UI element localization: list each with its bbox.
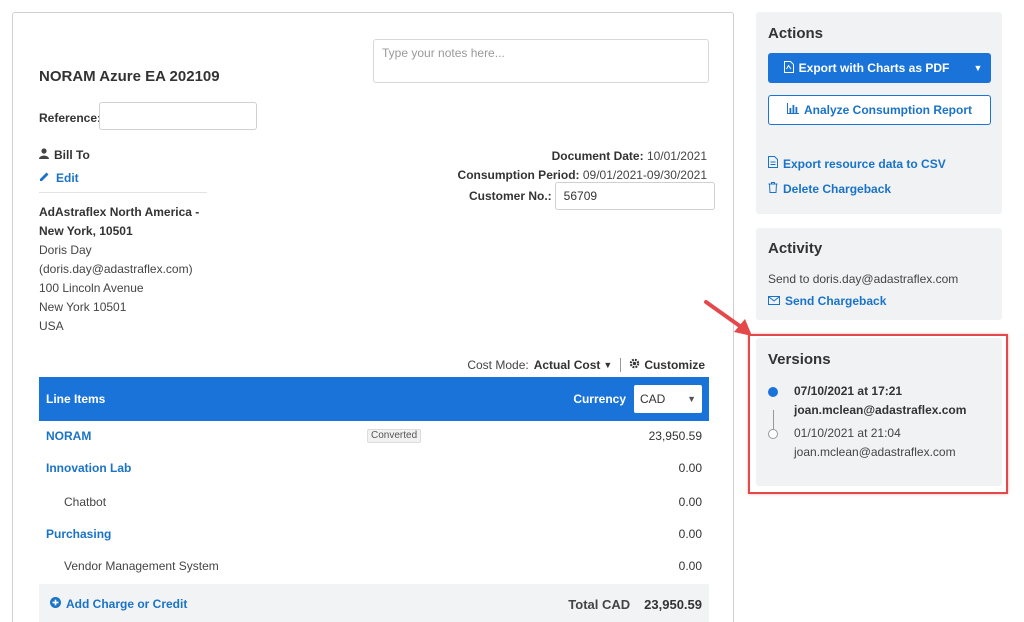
reference-label: Reference: [39,111,102,125]
version-date: 07/10/2021 at 17:21 [794,384,903,398]
customer-no-label: Customer No.: [469,189,552,203]
total-label: Total CAD [568,596,631,612]
customer-no-row: Customer No.: [469,182,715,210]
edit-label: Edit [56,171,79,185]
divider [39,192,207,193]
country: USA [39,319,64,333]
document-date-row: Document Date: 10/01/2021 [458,147,707,166]
current-version-dot-icon [768,387,778,397]
line-item-amount: 0.00 [678,559,702,573]
versions-title: Versions [768,351,831,368]
analyze-label: Analyze Consumption Report [803,103,972,117]
actions-panel: Actions Export with Charts as PDF ▼ Anal… [756,12,1002,214]
edit-bill-to-link[interactable]: Edit [39,171,79,185]
line-item-row: Chatbot 0.00 [39,490,709,514]
line-item-amount: 23,950.59 [648,429,702,443]
total-value: 23,950.59 [644,596,702,612]
export-csv-link[interactable]: Export resource data to CSV [768,156,946,171]
caret-down-icon: ▼ [687,394,696,404]
version-text: 01/10/2021 at 21:04 joan.mclean@adastraf… [794,424,994,462]
version-dot-icon [768,429,778,439]
page-title: NORAM Azure EA 202109 [39,68,220,85]
reference-input[interactable] [99,102,257,130]
activity-panel: Activity Send to doris.day@adastraflex.c… [756,228,1002,320]
bill-to-label: Bill To [54,148,90,162]
cost-mode-value: Actual Cost [533,358,601,372]
version-date: 01/10/2021 at 21:04 [794,426,901,440]
line-item-name-link[interactable]: Innovation Lab [46,461,679,475]
gear-icon [629,358,640,372]
separator [620,358,622,372]
line-item-amount: 0.00 [678,527,702,541]
activity-title: Activity [768,240,823,257]
envelope-icon [768,294,780,308]
customize-label: Customize [644,358,705,372]
export-pdf-label: Export with Charts as PDF [798,61,950,75]
delete-label: Delete Chargeback [783,182,892,196]
street-address: 100 Lincoln Avenue [39,281,144,295]
customize-button[interactable]: Customize [629,358,705,372]
version-user: joan.mclean@adastraflex.com [794,445,956,459]
currency-value: CAD [640,392,666,406]
currency-label: Currency [573,392,626,406]
line-item-amount: 0.00 [678,461,702,475]
consumption-period-label: Consumption Period: [457,168,580,182]
line-items-title: Line Items [46,392,106,406]
add-charge-label: Add Charge or Credit [66,597,188,611]
document-meta: Document Date: 10/01/2021 Consumption Pe… [458,147,707,185]
line-item-name: Chatbot [64,495,107,509]
line-item-name-link[interactable]: NORAM [46,429,649,443]
export-csv-label: Export resource data to CSV [783,156,946,171]
pdf-file-icon [783,60,794,76]
contact-name: Doris Day [39,243,92,257]
user-icon [39,148,49,162]
caret-down-icon: ▼ [603,360,613,370]
line-items-footer: Add Charge or Credit Total CAD 23,950.59 [39,584,709,622]
line-item-name-link[interactable]: Purchasing [46,527,679,541]
cost-mode-bar: Cost Mode: Actual Cost ▼ Customize [467,358,705,372]
line-item-row: NORAM Converted 23,950.59 [39,424,709,448]
contact-email: (doris.day@adastraflex.com) [39,262,193,276]
line-item-name: Vendor Management System [64,559,219,573]
delete-chargeback-link[interactable]: Delete Chargeback [768,182,891,196]
bill-to-heading: Bill To [39,148,90,162]
export-options-caret-icon[interactable]: ▼ [965,63,991,73]
currency-select[interactable]: CAD ▼ [634,385,702,413]
chargeback-document: NORAM Azure EA 202109 Reference: Bill To… [12,12,734,622]
pencil-icon [39,171,50,185]
plus-circle-icon [50,597,61,611]
cost-mode-dropdown[interactable]: Actual Cost ▼ [534,358,613,372]
line-item-row: Purchasing 0.00 [39,522,709,546]
converted-badge: Converted [367,429,422,443]
company-name-line1: AdAstraflex North America - [39,205,200,219]
company-name-line2: New York, 10501 [39,224,133,238]
version-user: joan.mclean@adastraflex.com [794,403,967,417]
line-item-row: Innovation Lab 0.00 [39,456,709,480]
city-zip: New York 10501 [39,300,127,314]
consumption-period-value: 09/01/2021-09/30/2021 [582,168,707,182]
export-pdf-main: Export with Charts as PDF [768,60,965,76]
document-date-label: Document Date: [551,149,644,163]
add-charge-button[interactable]: Add Charge or Credit [50,597,568,611]
send-chargeback-link[interactable]: Send Chargeback [768,294,886,308]
notes-input[interactable] [373,39,709,83]
versions-panel: Versions 07/10/2021 at 17:21 joan.mclean… [756,338,1002,486]
bill-to-address: AdAstraflex North America - New York, 10… [39,203,219,336]
send-chargeback-label: Send Chargeback [785,294,887,308]
line-item-row: Vendor Management System 0.00 [39,554,709,578]
trash-icon [768,182,778,196]
actions-title: Actions [768,25,824,42]
export-pdf-button[interactable]: Export with Charts as PDF ▼ [768,53,991,83]
customer-no-input[interactable] [554,182,715,210]
bar-chart-icon [786,103,799,117]
csv-file-icon [768,156,778,171]
line-item-amount: 0.00 [678,495,702,509]
cost-mode-label: Cost Mode: [467,358,529,372]
document-date-value: 10/01/2021 [646,149,707,163]
activity-send-to: Send to doris.day@adastraflex.com [768,272,959,286]
version-text: 07/10/2021 at 17:21 joan.mclean@adastraf… [794,382,994,420]
line-items-header: Line Items Currency CAD ▼ [39,377,709,421]
annotation-arrow-icon [704,300,752,336]
analyze-consumption-button[interactable]: Analyze Consumption Report [768,95,991,125]
